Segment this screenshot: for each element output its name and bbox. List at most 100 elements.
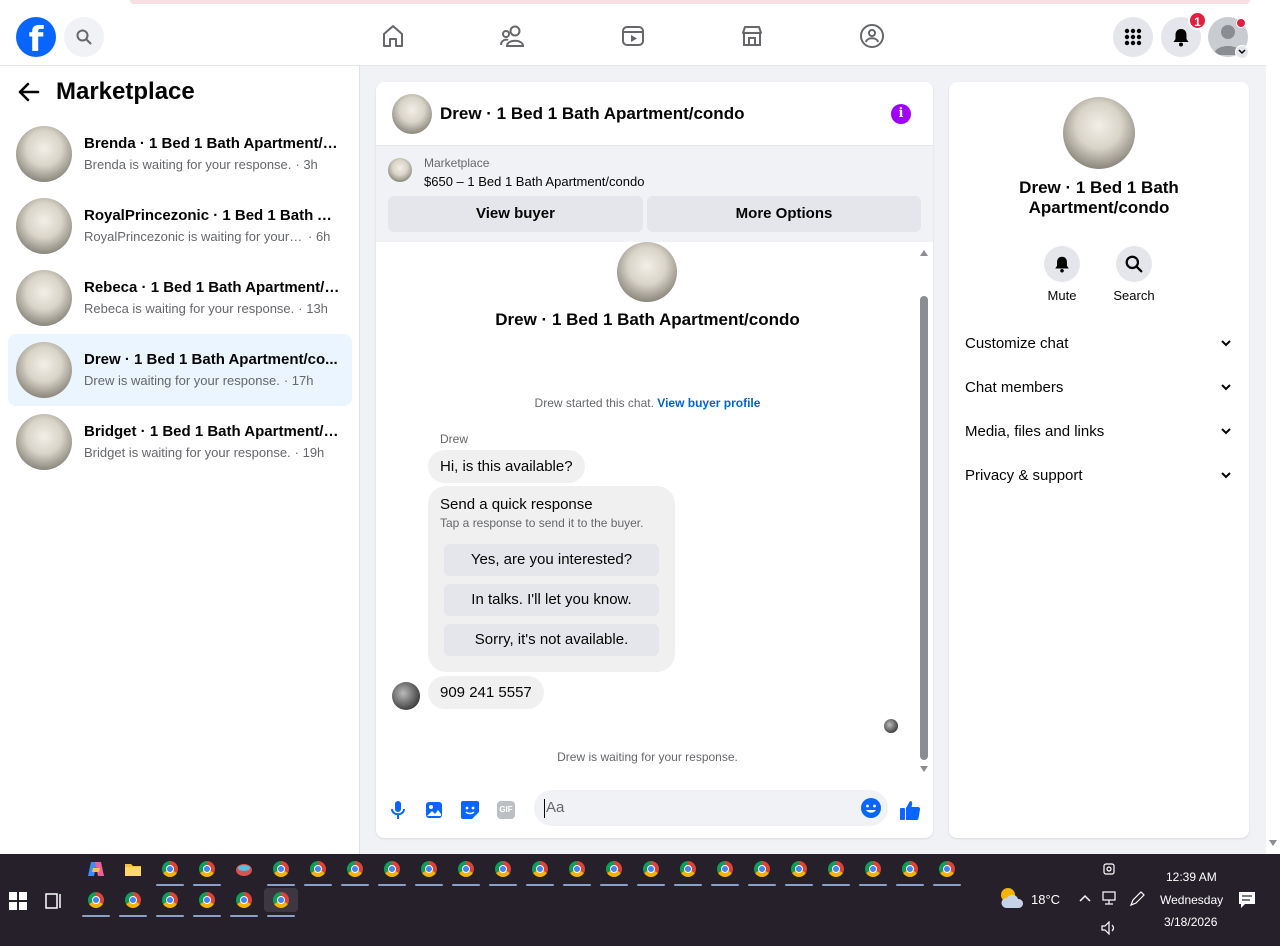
quick-reply-button[interactable]: Sorry, it's not available. [444, 624, 659, 656]
pen-icon[interactable] [1129, 891, 1145, 907]
voice-clip-button[interactable] [386, 798, 410, 822]
chrome-taskbar-button[interactable] [602, 857, 626, 881]
search-button-circle[interactable] [1116, 246, 1152, 282]
chrome-taskbar-button[interactable] [195, 857, 219, 881]
privacy-support-row[interactable]: Privacy & support [965, 463, 1231, 487]
quick-reply-button[interactable]: Yes, are you interested? [444, 544, 659, 576]
view-buyer-profile-link[interactable]: View buyer profile [657, 396, 760, 410]
chrome-taskbar-button[interactable] [787, 857, 811, 881]
file-explorer-taskbar-button[interactable] [121, 857, 145, 881]
chrome-taskbar-button[interactable] [454, 857, 478, 881]
gif-button[interactable]: GIF [494, 798, 518, 822]
home-nav-button[interactable] [379, 22, 407, 50]
chrome-taskbar-button[interactable] [121, 888, 145, 912]
conversation-text: RoyalPrincezonic · 1 Bed 1 Bath Ap... Roy… [84, 206, 340, 246]
temperature-text[interactable]: 18°C [1031, 892, 1060, 907]
details-listing-thumbnail[interactable] [1063, 97, 1135, 169]
back-arrow-icon[interactable] [18, 82, 40, 102]
chrome-taskbar-button[interactable] [158, 888, 182, 912]
thread-scrollbar-thumb[interactable] [920, 296, 928, 760]
clock-day[interactable]: Wednesday [1160, 893, 1223, 907]
chrome-taskbar-button[interactable] [824, 857, 848, 881]
chrome-taskbar-button[interactable] [528, 857, 552, 881]
running-app-indicator [822, 884, 850, 886]
network-icon[interactable] [1102, 891, 1118, 905]
chrome-taskbar-button[interactable] [380, 857, 404, 881]
conversation-item[interactable]: Drew · 1 Bed 1 Bath Apartment/co... Drew … [8, 334, 352, 406]
emoji-icon[interactable] [860, 797, 882, 819]
video-nav-button[interactable] [619, 22, 647, 50]
search-conversation-button[interactable]: Search [1104, 246, 1164, 303]
conversation-preview: Drew is waiting for your response. [84, 373, 280, 388]
like-button[interactable] [898, 798, 922, 822]
chrome-taskbar-button[interactable] [750, 857, 774, 881]
chrome-icon [88, 892, 104, 908]
chat-header-thumbnail[interactable] [392, 93, 432, 134]
page-scrollbar[interactable] [1266, 8, 1280, 854]
message-bubble[interactable]: 909 241 5557 [428, 676, 544, 709]
sidebar-header: Marketplace [18, 78, 195, 106]
app-taskbar-button[interactable] [232, 857, 256, 881]
copilot-taskbar-button[interactable] [84, 857, 108, 881]
view-buyer-button[interactable]: View buyer [388, 196, 643, 232]
chrome-taskbar-button[interactable] [306, 857, 330, 881]
menu-button[interactable] [1113, 17, 1153, 57]
conversation-item[interactable]: Bridget · 1 Bed 1 Bath Apartment/c... Bri… [8, 406, 352, 478]
notifications-button[interactable]: 1 [1161, 11, 1207, 57]
chrome-taskbar-button[interactable] [676, 857, 700, 881]
chrome-taskbar-button[interactable] [158, 857, 182, 881]
mute-button[interactable]: Mute [1032, 246, 1092, 303]
customize-chat-row[interactable]: Customize chat [965, 331, 1231, 355]
attach-photo-button[interactable] [422, 798, 446, 822]
listing-price-title[interactable]: $650 – 1 Bed 1 Bath Apartment/condo [424, 174, 644, 189]
scroll-up-arrow-icon[interactable] [920, 250, 928, 256]
marketplace-nav-button[interactable] [738, 22, 766, 50]
chrome-taskbar-button[interactable] [343, 857, 367, 881]
chrome-taskbar-button[interactable] [935, 857, 959, 881]
mute-button-circle[interactable] [1044, 246, 1080, 282]
account-menu-chevron[interactable] [1235, 45, 1249, 59]
notification-center-icon[interactable] [1238, 891, 1256, 909]
chrome-taskbar-button[interactable] [565, 857, 589, 881]
scroll-down-arrow-icon[interactable] [1269, 840, 1277, 846]
search-button[interactable] [64, 17, 104, 57]
media-files-links-row[interactable]: Media, files and links [965, 419, 1231, 443]
chrome-taskbar-button[interactable] [195, 888, 219, 912]
weather-partly-cloudy-icon[interactable] [998, 886, 1024, 910]
quick-reply-button[interactable]: In talks. I'll let you know. [444, 584, 659, 616]
show-hidden-icons-chevron-icon[interactable] [1079, 894, 1091, 902]
chrome-taskbar-button[interactable] [861, 857, 885, 881]
volume-icon[interactable] [1101, 921, 1117, 935]
chrome-taskbar-button[interactable] [713, 857, 737, 881]
sticker-button[interactable] [458, 798, 482, 822]
clock-time[interactable]: 12:39 AM [1166, 870, 1217, 884]
chrome-taskbar-button[interactable] [84, 888, 108, 912]
chrome-taskbar-button[interactable] [898, 857, 922, 881]
conversation-text: Drew · 1 Bed 1 Bath Apartment/co... Drew … [84, 350, 340, 390]
meet-now-icon[interactable] [1101, 862, 1117, 876]
chat-members-row[interactable]: Chat members [965, 375, 1231, 399]
chrome-taskbar-button[interactable] [639, 857, 663, 881]
chrome-taskbar-button[interactable] [232, 888, 256, 912]
sender-avatar[interactable] [392, 682, 420, 710]
conversation-item[interactable]: RoyalPrincezonic · 1 Bed 1 Bath Ap... Roy… [8, 190, 352, 262]
clock-date[interactable]: 3/18/2026 [1164, 915, 1217, 929]
conversation-item[interactable]: Brenda · 1 Bed 1 Bath Apartment/c... Bren… [8, 118, 352, 190]
more-options-button[interactable]: More Options [647, 196, 921, 232]
groups-nav-button[interactable] [858, 22, 886, 50]
chat-title[interactable]: Drew · 1 Bed 1 Bath Apartment/condo [440, 104, 744, 124]
listing-thumbnail[interactable] [388, 158, 412, 182]
task-view-icon[interactable] [45, 892, 63, 910]
friends-nav-button[interactable] [499, 22, 527, 50]
chrome-taskbar-button[interactable] [269, 857, 293, 881]
message-bubble[interactable]: Hi, is this available? [428, 450, 585, 483]
facebook-logo-icon[interactable]: f [16, 17, 56, 57]
message-input[interactable]: Aa [534, 790, 888, 826]
chrome-taskbar-button[interactable] [417, 857, 441, 881]
info-icon[interactable]: i [891, 104, 911, 124]
chrome-taskbar-button[interactable] [264, 888, 298, 912]
chrome-taskbar-button[interactable] [491, 857, 515, 881]
scroll-down-arrow-icon[interactable] [920, 766, 928, 772]
conversation-item[interactable]: Rebeca · 1 Bed 1 Bath Apartment/c... Rebe… [8, 262, 352, 334]
windows-start-icon[interactable] [9, 892, 27, 910]
